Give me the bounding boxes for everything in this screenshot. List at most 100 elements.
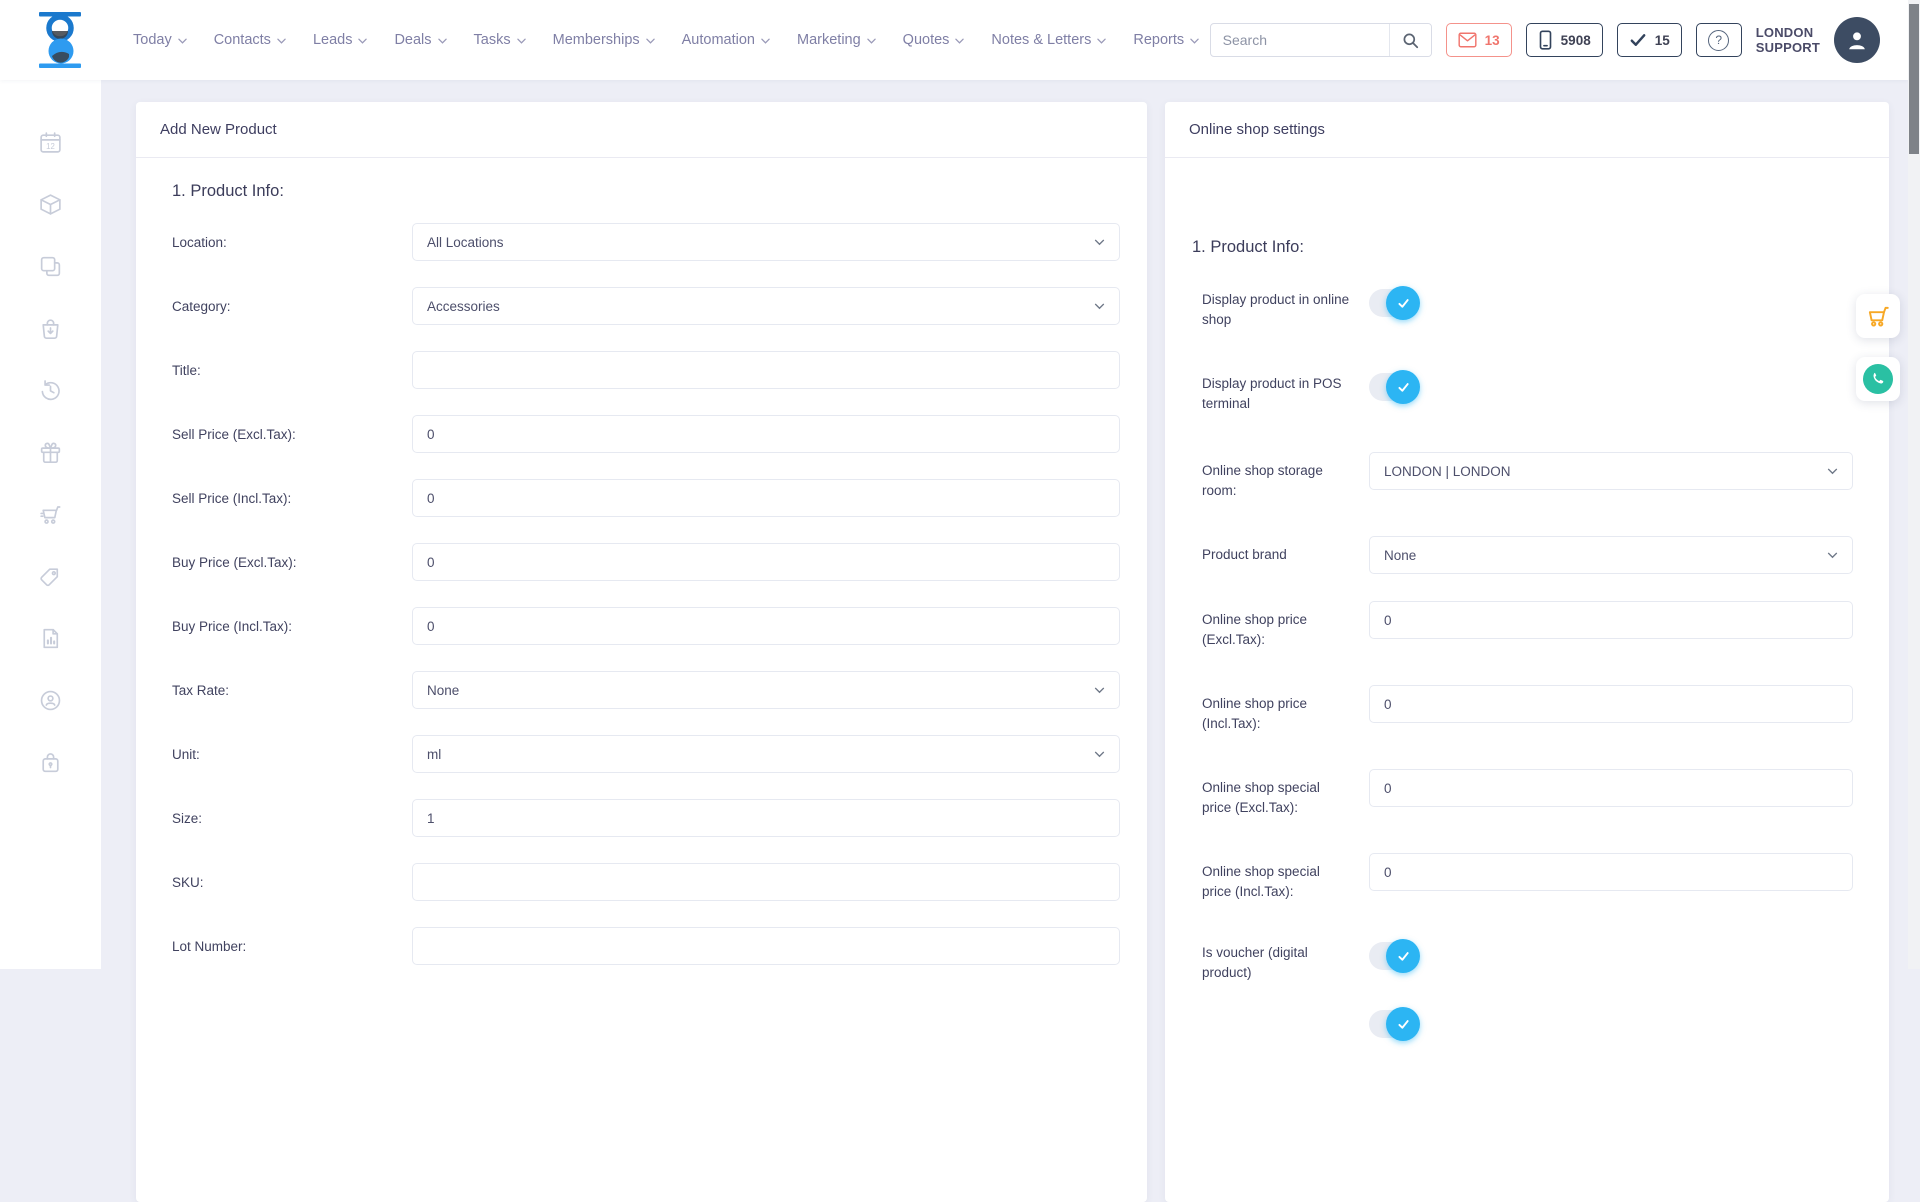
sidebar-shopping-bag-icon[interactable] [38, 315, 64, 341]
avatar[interactable] [1834, 17, 1880, 63]
messages-badge[interactable]: 13 [1446, 23, 1512, 57]
toggle-knob-check-icon [1386, 286, 1420, 320]
chevron-down-icon [178, 36, 187, 44]
field-label: Unit: [172, 747, 412, 762]
nav-item-label: Tasks [474, 32, 511, 48]
toggle-display-product-in-online-shop[interactable] [1369, 289, 1415, 317]
calls-badge[interactable]: 5908 [1526, 23, 1603, 57]
add-new-product-card: Add New Product 1. Product Info: Locatio… [136, 102, 1147, 1202]
floating-cart-button[interactable] [1856, 294, 1900, 338]
form-row-tax-rate: Tax Rate:None [172, 671, 1120, 709]
badge-count: 5908 [1561, 33, 1591, 48]
chevron-down-icon [646, 36, 655, 44]
sidebar-cart-icon[interactable] [38, 501, 64, 527]
field-label: Tax Rate: [172, 683, 412, 698]
input-title[interactable] [412, 351, 1120, 389]
sidebar-gift-icon[interactable] [38, 439, 64, 465]
input-sku[interactable] [412, 863, 1120, 901]
nav-item-label: Notes & Letters [991, 32, 1091, 48]
sidebar-tag-icon[interactable] [38, 563, 64, 589]
scrollbar-track[interactable] [1908, 0, 1920, 969]
scrollbar-thumb[interactable] [1909, 4, 1919, 154]
smartphone-icon [1538, 30, 1553, 50]
svg-text:12: 12 [46, 141, 55, 150]
input-online-shop-special-price-excl-tax[interactable] [1369, 769, 1853, 807]
nav-item-notes-letters[interactable]: Notes & Letters [991, 32, 1106, 48]
help-button[interactable]: ? [1696, 23, 1742, 57]
sidebar-lock-icon[interactable] [38, 749, 64, 775]
field-label: Lot Number: [172, 939, 412, 954]
search-input[interactable] [1211, 32, 1389, 48]
toggle-hidden[interactable] [1369, 1010, 1415, 1038]
select-online-shop-storage-room[interactable]: LONDON | LONDON [1369, 452, 1853, 490]
sidebar-support-icon[interactable] [38, 687, 64, 713]
sidebar-history-icon[interactable] [38, 377, 64, 403]
envelope-icon [1458, 32, 1477, 48]
select-tax-rate[interactable]: None [412, 671, 1120, 709]
input-size[interactable] [412, 799, 1120, 837]
field-label: Online shop price (Incl.Tax): [1202, 685, 1369, 734]
field-label: Is voucher (digital product) [1202, 939, 1369, 983]
sidebar-calendar-icon[interactable]: 12 [38, 129, 64, 155]
sidebar-copy-icon[interactable] [38, 253, 64, 279]
phone-teal-icon [1863, 364, 1893, 394]
sidebar-package-icon[interactable] [38, 191, 64, 217]
nav-item-leads[interactable]: Leads [313, 32, 368, 48]
toggle-knob-check-icon [1386, 370, 1420, 404]
select-unit[interactable]: ml [412, 735, 1120, 773]
sidebar-report-icon[interactable] [38, 625, 64, 651]
input-lot-number[interactable] [412, 927, 1120, 965]
nav-item-deals[interactable]: Deals [394, 32, 446, 48]
form-row-buy-price-excl-tax: Buy Price (Excl.Tax): [172, 543, 1120, 581]
toggle-display-product-in-pos-terminal[interactable] [1369, 373, 1415, 401]
nav-item-automation[interactable]: Automation [682, 32, 770, 48]
form-row-online-shop-storage-room: Online shop storage room:LONDON | LONDON [1202, 452, 1853, 501]
field-label: Title: [172, 363, 412, 378]
nav-item-reports[interactable]: Reports [1133, 32, 1199, 48]
tasks-badge[interactable]: 15 [1617, 23, 1682, 57]
chevron-down-icon [1190, 36, 1199, 44]
form-row-online-shop-price-excl-tax: Online shop price (Excl.Tax): [1202, 601, 1853, 650]
nav-item-memberships[interactable]: Memberships [553, 32, 655, 48]
nav-item-tasks[interactable]: Tasks [474, 32, 526, 48]
question-icon: ? [1708, 30, 1729, 51]
badge-count: 13 [1485, 33, 1500, 48]
nav-item-quotes[interactable]: Quotes [903, 32, 965, 48]
nav-item-marketing[interactable]: Marketing [797, 32, 876, 48]
field-label: Online shop price (Excl.Tax): [1202, 601, 1369, 650]
field-label: Product brand [1202, 536, 1369, 565]
form-row-hidden-toggle [1202, 1007, 1853, 1038]
input-sell-price-excl-tax[interactable] [412, 415, 1120, 453]
input-sell-price-incl-tax[interactable] [412, 479, 1120, 517]
form-row-online-shop-special-price-incl-tax: Online shop special price (Incl.Tax): [1202, 853, 1853, 902]
nav-item-today[interactable]: Today [133, 32, 187, 48]
input-online-shop-special-price-incl-tax[interactable] [1369, 853, 1853, 891]
topbar: Today Contacts Leads Deals Tasks Memberships A… [0, 0, 1908, 80]
select-chevron-icon [1827, 468, 1838, 475]
field-label: Size: [172, 811, 412, 826]
nav-item-label: Automation [682, 32, 755, 48]
select-location[interactable]: All Locations [412, 223, 1120, 261]
input-buy-price-excl-tax[interactable] [412, 543, 1120, 581]
app-logo-hourglass-icon[interactable] [36, 12, 84, 68]
select-value: ml [427, 747, 441, 762]
nav-item-label: Quotes [903, 32, 950, 48]
badge-group: 13 5908 15 [1446, 23, 1682, 57]
input-buy-price-incl-tax[interactable] [412, 607, 1120, 645]
search-icon[interactable] [1389, 24, 1431, 56]
floating-phone-button[interactable] [1856, 357, 1900, 401]
field-label: Online shop special price (Excl.Tax): [1202, 769, 1369, 818]
select-value: Accessories [427, 299, 500, 314]
nav-item-label: Today [133, 32, 172, 48]
online-shop-settings-card: Online shop settings 1. Product Info: Di… [1165, 102, 1889, 1202]
select-category[interactable]: Accessories [412, 287, 1120, 325]
field-label: Online shop special price (Incl.Tax): [1202, 853, 1369, 902]
input-online-shop-price-excl-tax[interactable] [1369, 601, 1853, 639]
select-product-brand[interactable]: None [1369, 536, 1853, 574]
toggle-is-voucher-digital-product[interactable] [1369, 942, 1415, 970]
input-online-shop-price-incl-tax[interactable] [1369, 685, 1853, 723]
nav-item-contacts[interactable]: Contacts [214, 32, 286, 48]
field-label [1202, 1007, 1369, 1011]
nav-item-label: Deals [394, 32, 431, 48]
main-nav: Today Contacts Leads Deals Tasks Memberships A… [133, 32, 1257, 48]
